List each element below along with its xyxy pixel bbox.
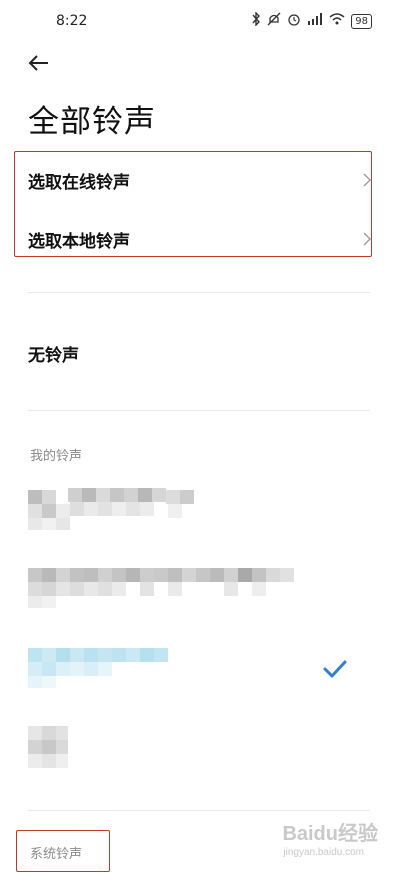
- pixelated-text: [28, 726, 68, 768]
- ringtone-item-1[interactable]: [28, 488, 198, 532]
- ringtone-item-3-selected[interactable]: [28, 646, 173, 690]
- pixelated-text: [28, 488, 194, 530]
- divider: [28, 410, 370, 411]
- pixelated-text: [28, 648, 168, 688]
- status-time: 8:22: [56, 13, 88, 29]
- checkmark-icon: [323, 660, 347, 678]
- page-title: 全部铃声: [28, 104, 156, 140]
- option-label: 选取在线铃声: [28, 172, 130, 193]
- battery-icon: 98: [351, 13, 372, 29]
- chevron-right-icon: [363, 232, 371, 246]
- divider: [28, 810, 370, 811]
- section-title-system-ringtones: 系统铃声: [30, 847, 83, 862]
- ringtone-item-2[interactable]: [28, 566, 300, 610]
- pick-local-ringtone[interactable]: 选取本地铃声: [28, 219, 373, 259]
- pixelated-text: [28, 568, 294, 608]
- status-icons: 98: [251, 11, 372, 30]
- wifi-icon: [329, 13, 345, 29]
- option-label: 选取本地铃声: [28, 231, 130, 252]
- watermark-logo: Baidu经验: [282, 823, 378, 845]
- arrow-left-icon: [28, 55, 48, 71]
- signal-icon: [307, 13, 323, 29]
- mute-icon: [267, 12, 281, 30]
- pick-online-ringtone[interactable]: 选取在线铃声: [28, 160, 373, 200]
- divider: [28, 292, 370, 293]
- alarm-icon: [287, 12, 301, 30]
- section-title-my-ringtones: 我的铃声: [30, 449, 83, 464]
- chevron-right-icon: [363, 173, 371, 187]
- bluetooth-icon: [251, 11, 261, 30]
- back-button[interactable]: [26, 50, 56, 76]
- status-bar: 8:22 98: [0, 0, 400, 40]
- ringtone-item-4[interactable]: [28, 726, 72, 776]
- option-label: 无铃声: [28, 345, 79, 366]
- watermark-url: jingyan.baidu.com: [283, 847, 364, 858]
- no-ringtone-option[interactable]: 无铃声: [28, 333, 373, 373]
